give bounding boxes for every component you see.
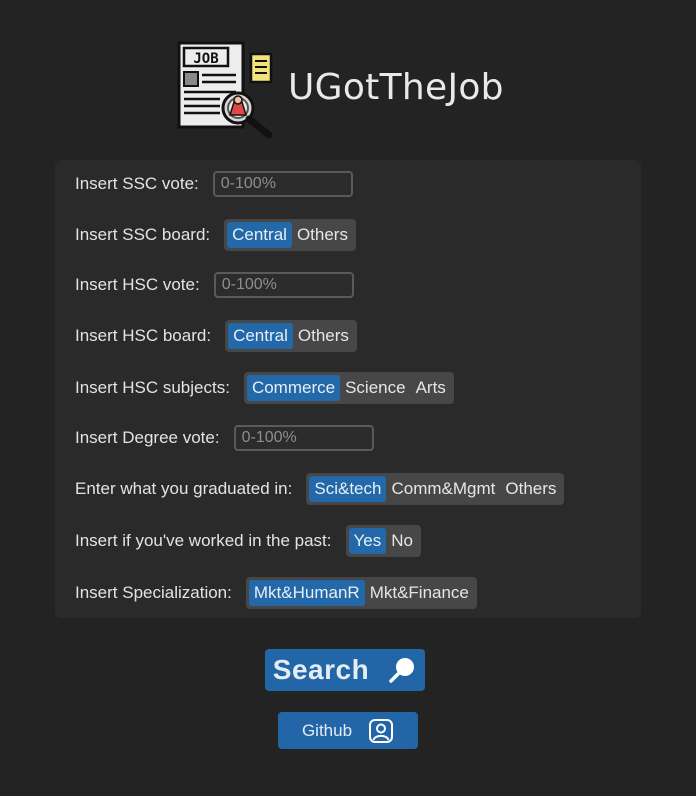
hsc-subjects-row: Insert HSC subjects: Commerce Science Ar… bbox=[75, 372, 454, 404]
hsc-board-row: Insert HSC board: Central Others bbox=[75, 320, 357, 352]
specialization-selector: Mkt&HumanR Mkt&Finance bbox=[245, 577, 477, 609]
job-search-icon: JOB bbox=[176, 40, 276, 140]
specialization-label: Insert Specialization: bbox=[75, 583, 232, 602]
app-header: JOB UGotTheJob bbox=[176, 40, 504, 140]
form-panel: Insert SSC vote: Insert SSC board: Centr… bbox=[55, 160, 641, 618]
graduated-in-option-commmgmt[interactable]: Comm&Mgmt bbox=[386, 476, 500, 502]
specialization-row: Insert Specialization: Mkt&HumanR Mkt&Fi… bbox=[75, 577, 477, 609]
hsc-board-option-others[interactable]: Others bbox=[293, 323, 354, 349]
search-button-label: Search bbox=[272, 654, 370, 685]
ssc-vote-label: Insert SSC vote: bbox=[75, 174, 199, 193]
user-profile-icon bbox=[368, 718, 394, 744]
degree-vote-input[interactable] bbox=[233, 425, 374, 451]
hsc-subjects-selector: Commerce Science Arts bbox=[243, 372, 454, 404]
app-title: UGotTheJob bbox=[288, 66, 504, 108]
ssc-vote-row: Insert SSC vote: bbox=[75, 168, 353, 200]
hsc-vote-row: Insert HSC vote: bbox=[75, 269, 354, 301]
ssc-board-row: Insert SSC board: Central Others bbox=[75, 219, 356, 251]
svg-text:JOB: JOB bbox=[193, 51, 218, 67]
work-experience-option-no[interactable]: No bbox=[386, 528, 418, 554]
hsc-subjects-option-arts[interactable]: Arts bbox=[411, 375, 451, 401]
degree-vote-row: Insert Degree vote: bbox=[75, 422, 374, 454]
hsc-subjects-option-commerce[interactable]: Commerce bbox=[246, 375, 341, 401]
degree-vote-label: Insert Degree vote: bbox=[75, 428, 220, 447]
hsc-subjects-label: Insert HSC subjects: bbox=[75, 378, 230, 397]
search-button[interactable]: Search bbox=[265, 649, 425, 691]
graduated-in-option-scitech[interactable]: Sci&tech bbox=[309, 476, 387, 502]
graduated-in-option-others[interactable]: Others bbox=[500, 476, 561, 502]
github-button-label: Github bbox=[301, 720, 353, 740]
graduated-in-selector: Sci&tech Comm&Mgmt Others bbox=[306, 473, 565, 505]
specialization-option-mkthumanr[interactable]: Mkt&HumanR bbox=[248, 580, 365, 606]
hsc-vote-input[interactable] bbox=[213, 272, 354, 298]
github-button[interactable]: Github bbox=[278, 712, 418, 749]
specialization-option-mktfinance[interactable]: Mkt&Finance bbox=[365, 580, 474, 606]
hsc-board-label: Insert HSC board: bbox=[75, 326, 212, 345]
graduated-in-label: Enter what you graduated in: bbox=[75, 479, 293, 498]
work-experience-option-yes[interactable]: Yes bbox=[348, 528, 387, 554]
hsc-vote-label: Insert HSC vote: bbox=[75, 275, 200, 294]
search-icon bbox=[387, 655, 417, 685]
hsc-board-selector: Central Others bbox=[225, 320, 357, 352]
work-experience-row: Insert if you've worked in the past: Yes… bbox=[75, 525, 421, 557]
ssc-vote-input[interactable] bbox=[212, 171, 353, 197]
work-experience-selector: Yes No bbox=[345, 525, 421, 557]
ssc-board-label: Insert SSC board: bbox=[75, 225, 211, 244]
hsc-board-option-central[interactable]: Central bbox=[228, 323, 293, 349]
graduated-in-row: Enter what you graduated in: Sci&tech Co… bbox=[75, 473, 565, 505]
work-experience-label: Insert if you've worked in the past: bbox=[75, 531, 332, 550]
hsc-subjects-option-science[interactable]: Science bbox=[340, 375, 410, 401]
ssc-board-option-central[interactable]: Central bbox=[227, 222, 292, 248]
ssc-board-selector: Central Others bbox=[224, 219, 356, 251]
ssc-board-option-others[interactable]: Others bbox=[292, 222, 353, 248]
